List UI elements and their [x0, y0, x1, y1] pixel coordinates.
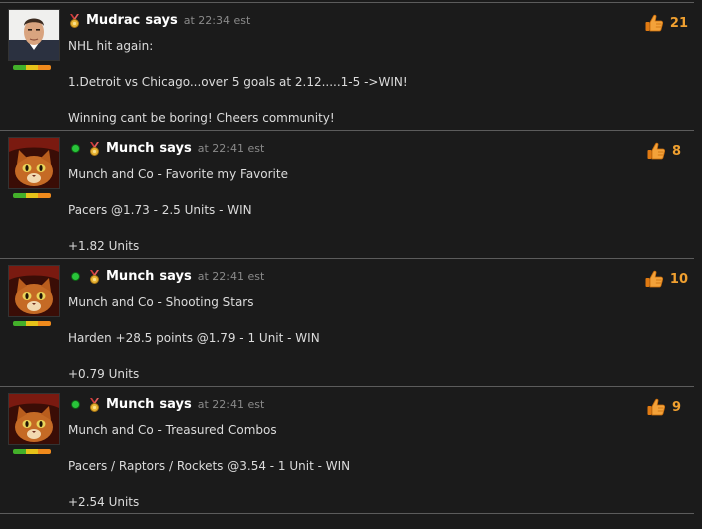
online-status-icon — [72, 145, 79, 152]
comment-line: +2.54 Units — [68, 495, 140, 509]
thumbs-up-icon[interactable] — [644, 269, 664, 289]
comment-line: Munch and Co - Favorite my Favorite — [68, 167, 288, 181]
avatar[interactable] — [8, 137, 60, 189]
comment-feed: Mudrac says at 22:34 est NHL hit again: … — [0, 0, 702, 522]
rank-bar — [13, 449, 51, 454]
like-count: 10 — [669, 271, 688, 287]
medal-icon — [68, 14, 81, 28]
author-name[interactable]: Mudrac — [86, 13, 140, 28]
author-name[interactable]: Munch — [106, 141, 154, 156]
rank-bar — [13, 65, 51, 70]
comment-post: Mudrac says at 22:34 est NHL hit again: … — [0, 2, 694, 130]
timestamp: at 22:41 est — [197, 142, 265, 155]
comment-body: NHL hit again: 1.Detroit vs Chicago...ov… — [68, 37, 408, 145]
comment-body: Munch and Co - Shooting Stars Harden +28… — [68, 293, 320, 401]
says-label: says — [145, 13, 178, 28]
thumbs-up-icon[interactable] — [646, 141, 666, 161]
comment-line: NHL hit again: — [68, 39, 154, 53]
online-status-icon — [72, 401, 79, 408]
says-label: says — [159, 141, 192, 156]
comment-post: Munch says at 22:41 est Munch and Co - T… — [0, 386, 694, 514]
like-count: 9 — [672, 399, 682, 415]
like-button[interactable]: 21 — [644, 13, 688, 33]
comment-line: Pacers @1.73 - 2.5 Units - WIN — [68, 203, 252, 217]
avatar[interactable] — [8, 393, 60, 445]
timestamp: at 22:41 est — [197, 270, 265, 283]
thumbs-up-icon[interactable] — [644, 13, 664, 33]
comment-header: Munch says at 22:41 est — [68, 269, 264, 284]
like-button[interactable]: 8 — [646, 141, 688, 161]
rank-bar — [13, 193, 51, 198]
comment-header: Munch says at 22:41 est — [68, 141, 264, 156]
timestamp: at 22:34 est — [183, 14, 251, 27]
author-name[interactable]: Munch — [106, 269, 154, 284]
comment-line: Munch and Co - Shooting Stars — [68, 295, 254, 309]
medal-icon — [88, 398, 101, 412]
medal-icon — [88, 270, 101, 284]
comment-line: 1.Detroit vs Chicago...over 5 goals at 2… — [68, 75, 408, 89]
comment-header: Mudrac says at 22:34 est — [68, 13, 250, 28]
comment-post: Munch says at 22:41 est Munch and Co - S… — [0, 258, 694, 386]
medal-icon — [88, 142, 101, 156]
comment-post: Munch says at 22:41 est Munch and Co - F… — [0, 130, 694, 258]
avatar[interactable] — [8, 9, 60, 61]
author-name[interactable]: Munch — [106, 397, 154, 412]
says-label: says — [159, 269, 192, 284]
online-status-icon — [72, 273, 79, 280]
like-button[interactable]: 9 — [646, 397, 688, 417]
comment-line: Pacers / Raptors / Rockets @3.54 - 1 Uni… — [68, 459, 351, 473]
divider — [0, 513, 694, 514]
like-count: 8 — [672, 143, 682, 159]
thumbs-up-icon[interactable] — [646, 397, 666, 417]
comment-line: Harden +28.5 points @1.79 - 1 Unit - WIN — [68, 331, 320, 345]
comment-line: Munch and Co - Treasured Combos — [68, 423, 277, 437]
rank-bar — [13, 321, 51, 326]
timestamp: at 22:41 est — [197, 398, 265, 411]
says-label: says — [159, 397, 192, 412]
comment-header: Munch says at 22:41 est — [68, 397, 264, 412]
comment-body: Munch and Co - Favorite my Favorite Pace… — [68, 165, 288, 273]
avatar[interactable] — [8, 265, 60, 317]
like-count: 21 — [669, 15, 688, 31]
like-button[interactable]: 10 — [644, 269, 688, 289]
